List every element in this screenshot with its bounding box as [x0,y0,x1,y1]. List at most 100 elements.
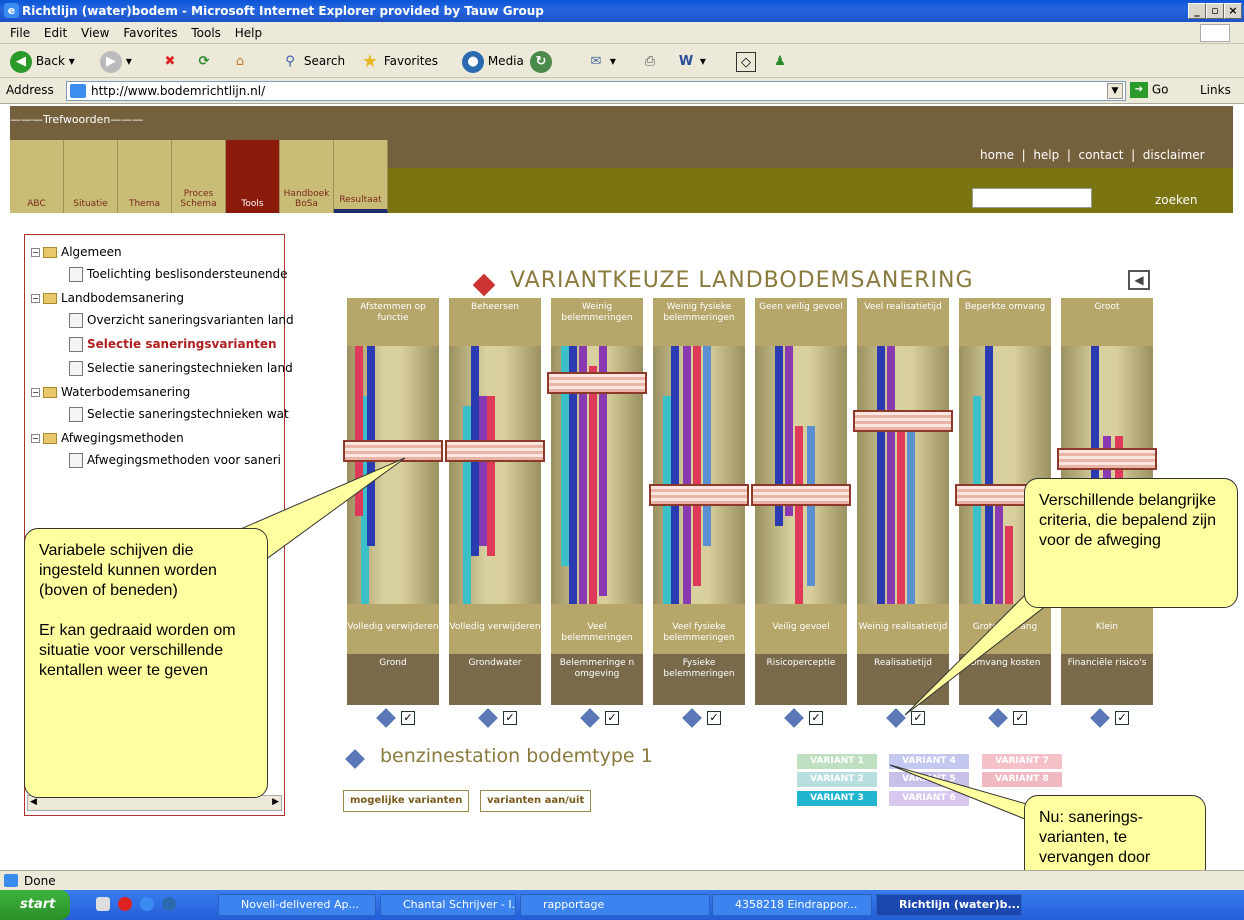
discuss-button[interactable]: ◇ [736,50,756,72]
menu-favorites[interactable]: Favorites [123,26,177,40]
tree-item-selectie-varianten[interactable]: Selectie saneringsvarianten [69,337,277,352]
go-button[interactable]: ➔ Go [1130,82,1168,98]
criterion-checkbox[interactable]: ✓ [809,710,823,725]
menu-view[interactable]: View [81,26,109,40]
quicklaunch-ie-icon[interactable] [140,897,154,911]
criterion-checkbox[interactable]: ✓ [503,710,517,725]
task-chantal[interactable]: Chantal Schrijver - I... [380,894,516,916]
forward-button[interactable]: ▶ ▾ [100,50,132,73]
info-diamond-icon[interactable] [988,707,1008,728]
variant-8-button[interactable]: VARIANT 8 [982,772,1062,787]
tree-item-afwegingsmethoden-voor[interactable]: Afwegingsmethoden voor saneri [69,453,281,468]
menu-help[interactable]: Help [235,26,262,40]
home-button[interactable]: ⌂ [230,50,250,72]
links-label[interactable]: Links [1200,83,1231,97]
help-diamond-icon[interactable] [472,273,496,297]
criterion-column-6[interactable]: Veel realisatietijd Weinig realisatietijd… [853,298,953,705]
task-rapportage[interactable]: rapportage [520,894,710,916]
stop-button[interactable]: ✖ [160,50,180,72]
tree-item-algemeen[interactable]: − Algemeen [31,245,122,259]
tab-resultaat[interactable]: Resultaat [334,140,388,213]
task-richtlijn[interactable]: Richtlijn (water)b... [876,894,1022,916]
media-button[interactable]: ● Media [462,50,524,73]
tree-item-landbodemsanering[interactable]: − Landbodemsanering [31,291,184,305]
variant-5-button[interactable]: VARIANT 5 [889,772,969,787]
toggle-variants-button[interactable]: varianten aan/uit [480,790,592,812]
criterion-slider-handle[interactable] [751,484,851,506]
criterion-slider-handle[interactable] [547,372,647,394]
quicklaunch-media-icon[interactable] [162,897,176,911]
criterion-column-4[interactable]: Weinig fysieke belemmeringen Veel fysieke… [649,298,749,705]
edit-button[interactable]: W ▾ [676,50,706,72]
criterion-column-1[interactable]: Afstemmen op functie Volledig verwijderen… [343,298,443,705]
close-button[interactable]: × [1224,3,1242,19]
refresh-button[interactable]: ⟳ [194,50,214,72]
tab-abc[interactable]: ABC [10,140,64,213]
criterion-checkbox[interactable]: ✓ [1115,710,1129,725]
tab-situatie[interactable]: Situatie [64,140,118,213]
variant-1-button[interactable]: VARIANT 1 [797,754,877,769]
top-links[interactable]: home | help | contact | disclaimer [980,148,1205,162]
maximize-button[interactable]: ▫ [1206,3,1224,19]
variant-6-button[interactable]: VARIANT 6 [889,791,969,806]
criterion-checkbox[interactable]: ✓ [605,710,619,725]
site-search-input[interactable] [972,188,1092,208]
print-button[interactable]: ⎙ [640,50,660,72]
tree-item-waterbodemsanering[interactable]: − Waterbodemsanering [31,385,190,399]
criterion-slider-handle[interactable] [853,410,953,432]
tab-tools[interactable]: Tools [226,140,280,213]
criterion-slider-handle[interactable] [445,440,545,462]
menu-edit[interactable]: Edit [44,26,67,40]
tab-thema[interactable]: Thema [118,140,172,213]
address-dropdown-icon[interactable]: ▼ [1107,83,1123,99]
menu-tools[interactable]: Tools [191,26,221,40]
messenger-button[interactable]: ♟ [770,50,790,72]
criterion-column-3[interactable]: Weinig belemmeringen Veel belemmeringen Be… [547,298,647,705]
criterion-column-5[interactable]: Geen veilig gevoel Veilig gevoel Risicoper… [751,298,851,705]
variant-7-button[interactable]: VARIANT 7 [982,754,1062,769]
info-diamond-icon[interactable] [345,749,365,769]
scroll-left-icon[interactable]: ◀ [30,797,37,807]
zoeken-button[interactable]: zoeken [1155,193,1198,207]
scroll-right-icon[interactable]: ▶ [272,797,279,807]
tab-handboek-bosa[interactable]: Handboek BoSa [280,140,334,213]
mail-button[interactable]: ✉ ▾ [586,50,616,72]
criterion-checkbox[interactable]: ✓ [1013,710,1027,725]
criterion-slider-handle[interactable] [343,440,443,462]
criterion-checkbox[interactable]: ✓ [707,710,721,725]
tree-item-selectie-technieken-water[interactable]: Selectie saneringstechnieken wat [69,407,289,422]
info-diamond-icon[interactable] [580,707,600,728]
criterion-checkbox[interactable]: ✓ [401,710,415,725]
criterion-column-2[interactable]: Beheersen Volledig verwijderen Grondwater [445,298,545,705]
info-diamond-icon[interactable] [1090,707,1110,728]
criterion-checkbox[interactable]: ✓ [911,710,925,725]
tree-item-selectie-technieken-land[interactable]: Selectie saneringstechnieken land [69,361,293,376]
variant-4-button[interactable]: VARIANT 4 [889,754,969,769]
task-eindrapport[interactable]: 4358218 Eindrappor... [712,894,872,916]
variant-2-button[interactable]: VARIANT 2 [797,772,877,787]
possible-variants-button[interactable]: mogelijke varianten [343,790,470,812]
minimize-button[interactable]: _ [1188,3,1206,19]
variant-3-button[interactable]: VARIANT 3 [797,791,877,806]
menu-file[interactable]: File [10,26,30,40]
criterion-slider-handle[interactable] [1057,448,1157,470]
address-input[interactable]: http://www.bodemrichtlijn.nl/ ▼ [66,81,1126,101]
start-button[interactable]: start [0,890,70,920]
back-button[interactable]: ◀ Back ▾ [10,50,75,73]
quicklaunch-icon-2[interactable] [118,897,132,911]
tree-item-overzicht[interactable]: Overzicht saneringsvarianten land [69,313,294,328]
criterion-slider-handle[interactable] [649,484,749,506]
search-button[interactable]: ⚲ Search [280,50,345,72]
info-diamond-icon[interactable] [886,707,906,728]
tab-proces-schema[interactable]: Proces Schema [172,140,226,213]
info-diamond-icon[interactable] [784,707,804,728]
info-diamond-icon[interactable] [682,707,702,728]
task-novell[interactable]: Novell-delivered Ap... [218,894,376,916]
history-button[interactable]: ↻ [530,50,552,73]
quicklaunch-icon-1[interactable] [96,897,110,911]
info-diamond-icon[interactable] [478,707,498,728]
tree-item-afwegingsmethoden[interactable]: − Afwegingsmethoden [31,431,184,445]
tree-item-toelichting[interactable]: Toelichting beslisondersteunende [69,267,288,282]
info-diamond-icon[interactable] [376,707,396,728]
favorites-button[interactable]: ★ Favorites [360,50,438,72]
